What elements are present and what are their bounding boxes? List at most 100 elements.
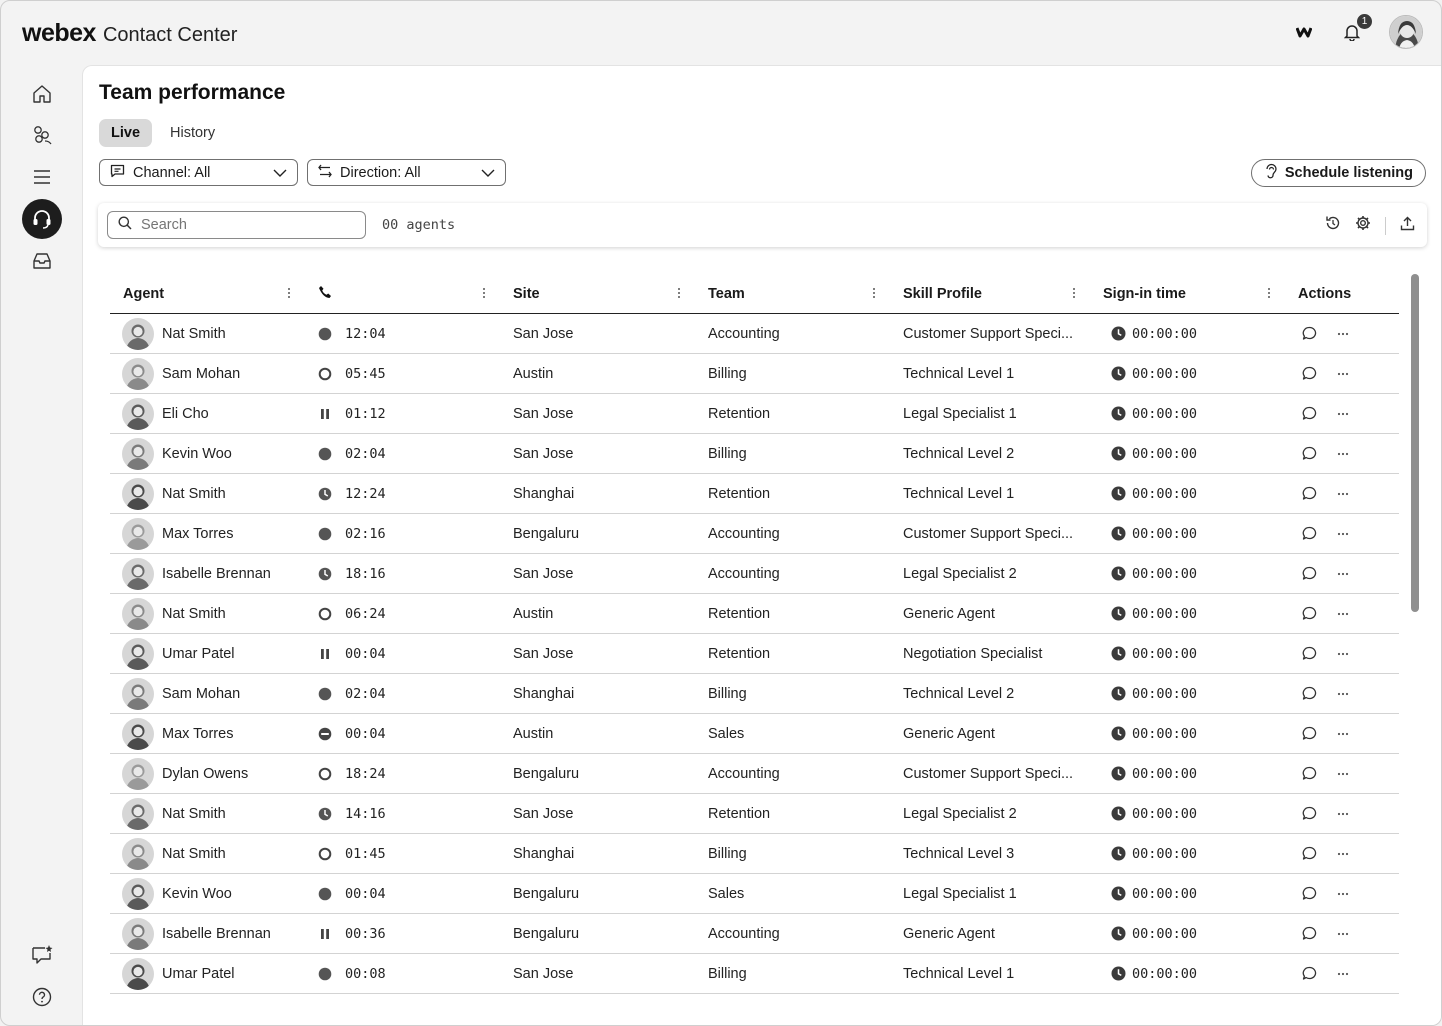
toolbar-actions [1325, 215, 1415, 236]
column-header-sign-in-time[interactable]: Sign-in time [1090, 274, 1285, 313]
column-menu-icon[interactable] [1072, 287, 1076, 303]
column-header-call-state[interactable] [305, 274, 500, 313]
more-options-icon[interactable] [1337, 372, 1349, 376]
more-options-icon[interactable] [1337, 852, 1349, 856]
table-row[interactable]: Sam Mohan 02:04 Shanghai Billing Technic… [110, 674, 1399, 714]
user-avatar[interactable] [1389, 15, 1423, 49]
chat-bubble-icon[interactable] [1302, 886, 1317, 901]
column-header-agent[interactable]: Agent [110, 274, 305, 313]
table-row[interactable]: Isabelle Brennan 00:36 Bengaluru Account… [110, 914, 1399, 954]
table-row[interactable]: Sam Mohan 05:45 Austin Billing Technical… [110, 354, 1399, 394]
table-row[interactable]: Isabelle Brennan 18:16 San Jose Accounti… [110, 554, 1399, 594]
chat-bubble-icon[interactable] [1302, 566, 1317, 581]
more-options-icon[interactable] [1337, 612, 1349, 616]
column-menu-icon[interactable] [482, 287, 486, 303]
chat-bubble-icon[interactable] [1302, 446, 1317, 461]
chat-bubble-icon[interactable] [1302, 926, 1317, 941]
help-icon[interactable] [22, 977, 62, 1017]
inbox-icon[interactable] [22, 241, 62, 281]
home-icon[interactable] [22, 74, 62, 114]
chat-bubble-icon[interactable] [1302, 486, 1317, 501]
table-row[interactable]: Nat Smith 06:24 Austin Retention Generic… [110, 594, 1399, 634]
actions-cell [1285, 514, 1399, 553]
webex-icon[interactable] [1293, 21, 1315, 43]
site-cell: Austin [513, 605, 554, 622]
table-row[interactable]: Umar Patel 00:08 San Jose Billing Techni… [110, 954, 1399, 994]
more-options-icon[interactable] [1337, 572, 1349, 576]
state-busy-icon [318, 527, 332, 541]
more-options-icon[interactable] [1337, 532, 1349, 536]
brand: webex Contact Center [22, 19, 237, 48]
table-row[interactable]: Nat Smith 14:16 San Jose Retention Legal… [110, 794, 1399, 834]
column-menu-icon[interactable] [287, 287, 291, 303]
sign-in-time: 00:00:00 [1132, 925, 1198, 942]
team-icon[interactable] [22, 115, 62, 155]
more-options-icon[interactable] [1337, 652, 1349, 656]
actions-cell [1285, 674, 1399, 713]
clock-icon [1111, 766, 1126, 781]
more-options-icon[interactable] [1337, 732, 1349, 736]
sign-in-time: 00:00:00 [1132, 805, 1198, 822]
chat-bubble-icon[interactable] [1302, 686, 1317, 701]
more-options-icon[interactable] [1337, 932, 1349, 936]
headset-icon[interactable] [22, 199, 62, 239]
table-row[interactable]: Kevin Woo 02:04 San Jose Billing Technic… [110, 434, 1399, 474]
table-row[interactable]: Eli Cho 01:12 San Jose Retention Legal S… [110, 394, 1399, 434]
search-input[interactable] [141, 217, 341, 233]
chat-bubble-icon[interactable] [1302, 526, 1317, 541]
chat-bubble-icon[interactable] [1302, 606, 1317, 621]
chat-bubble-icon[interactable] [1302, 406, 1317, 421]
sign-in-cell: 00:00:00 [1090, 554, 1285, 593]
chat-bubble-icon[interactable] [1302, 326, 1317, 341]
chat-bubble-icon[interactable] [1302, 966, 1317, 981]
chat-bubble-icon[interactable] [1302, 846, 1317, 861]
table-row[interactable]: Max Torres 02:16 Bengaluru Accounting Cu… [110, 514, 1399, 554]
column-menu-icon[interactable] [677, 287, 681, 303]
more-options-icon[interactable] [1337, 332, 1349, 336]
feedback-icon[interactable] [22, 934, 62, 974]
more-options-icon[interactable] [1337, 452, 1349, 456]
table-row[interactable]: Nat Smith 12:04 San Jose Accounting Cust… [110, 314, 1399, 354]
table-row[interactable]: Nat Smith 12:24 Shanghai Retention Techn… [110, 474, 1399, 514]
table-scrollbar[interactable] [1411, 274, 1419, 612]
site-cell: Austin [513, 365, 554, 382]
chat-bubble-icon[interactable] [1302, 366, 1317, 381]
chat-bubble-icon[interactable] [1302, 726, 1317, 741]
export-icon[interactable] [1400, 216, 1415, 236]
skill-profile-cell: Legal Specialist 2 [903, 565, 1017, 582]
tab-live[interactable]: Live [99, 119, 153, 147]
column-header-skill-profile[interactable]: Skill Profile [890, 274, 1090, 313]
column-header-team[interactable]: Team [695, 274, 890, 313]
column-header-site[interactable]: Site [500, 274, 695, 313]
table-row[interactable]: Umar Patel 00:04 San Jose Retention Nego… [110, 634, 1399, 674]
table-row[interactable]: Nat Smith 01:45 Shanghai Billing Technic… [110, 834, 1399, 874]
menu-icon[interactable] [22, 157, 62, 197]
table-row[interactable]: Kevin Woo 00:04 Bengaluru Sales Legal Sp… [110, 874, 1399, 914]
channel-filter[interactable]: Channel: All [99, 159, 298, 186]
table-row[interactable]: Dylan Owens 18:24 Bengaluru Accounting C… [110, 754, 1399, 794]
call-state-cell: 18:16 [305, 554, 500, 593]
more-options-icon[interactable] [1337, 892, 1349, 896]
chat-bubble-icon[interactable] [1302, 766, 1317, 781]
agent-name: Kevin Woo [162, 445, 232, 462]
gear-icon[interactable] [1355, 215, 1371, 236]
more-options-icon[interactable] [1337, 412, 1349, 416]
search-box[interactable] [107, 211, 366, 239]
more-options-icon[interactable] [1337, 692, 1349, 696]
more-options-icon[interactable] [1337, 772, 1349, 776]
state-idle-icon [318, 607, 332, 621]
table-row[interactable]: Max Torres 00:04 Austin Sales Generic Ag… [110, 714, 1399, 754]
more-options-icon[interactable] [1337, 972, 1349, 976]
schedule-listening-button[interactable]: Schedule listening [1250, 159, 1426, 187]
column-menu-icon[interactable] [1267, 287, 1271, 303]
refresh-icon[interactable] [1325, 215, 1341, 236]
column-menu-icon[interactable] [872, 287, 876, 303]
more-options-icon[interactable] [1337, 812, 1349, 816]
bell-icon[interactable]: 1 [1341, 14, 1372, 43]
more-options-icon[interactable] [1337, 492, 1349, 496]
state-idle-icon [318, 767, 332, 781]
tab-history[interactable]: History [158, 119, 227, 147]
direction-filter[interactable]: Direction: All [307, 159, 506, 186]
chat-bubble-icon[interactable] [1302, 646, 1317, 661]
chat-bubble-icon[interactable] [1302, 806, 1317, 821]
